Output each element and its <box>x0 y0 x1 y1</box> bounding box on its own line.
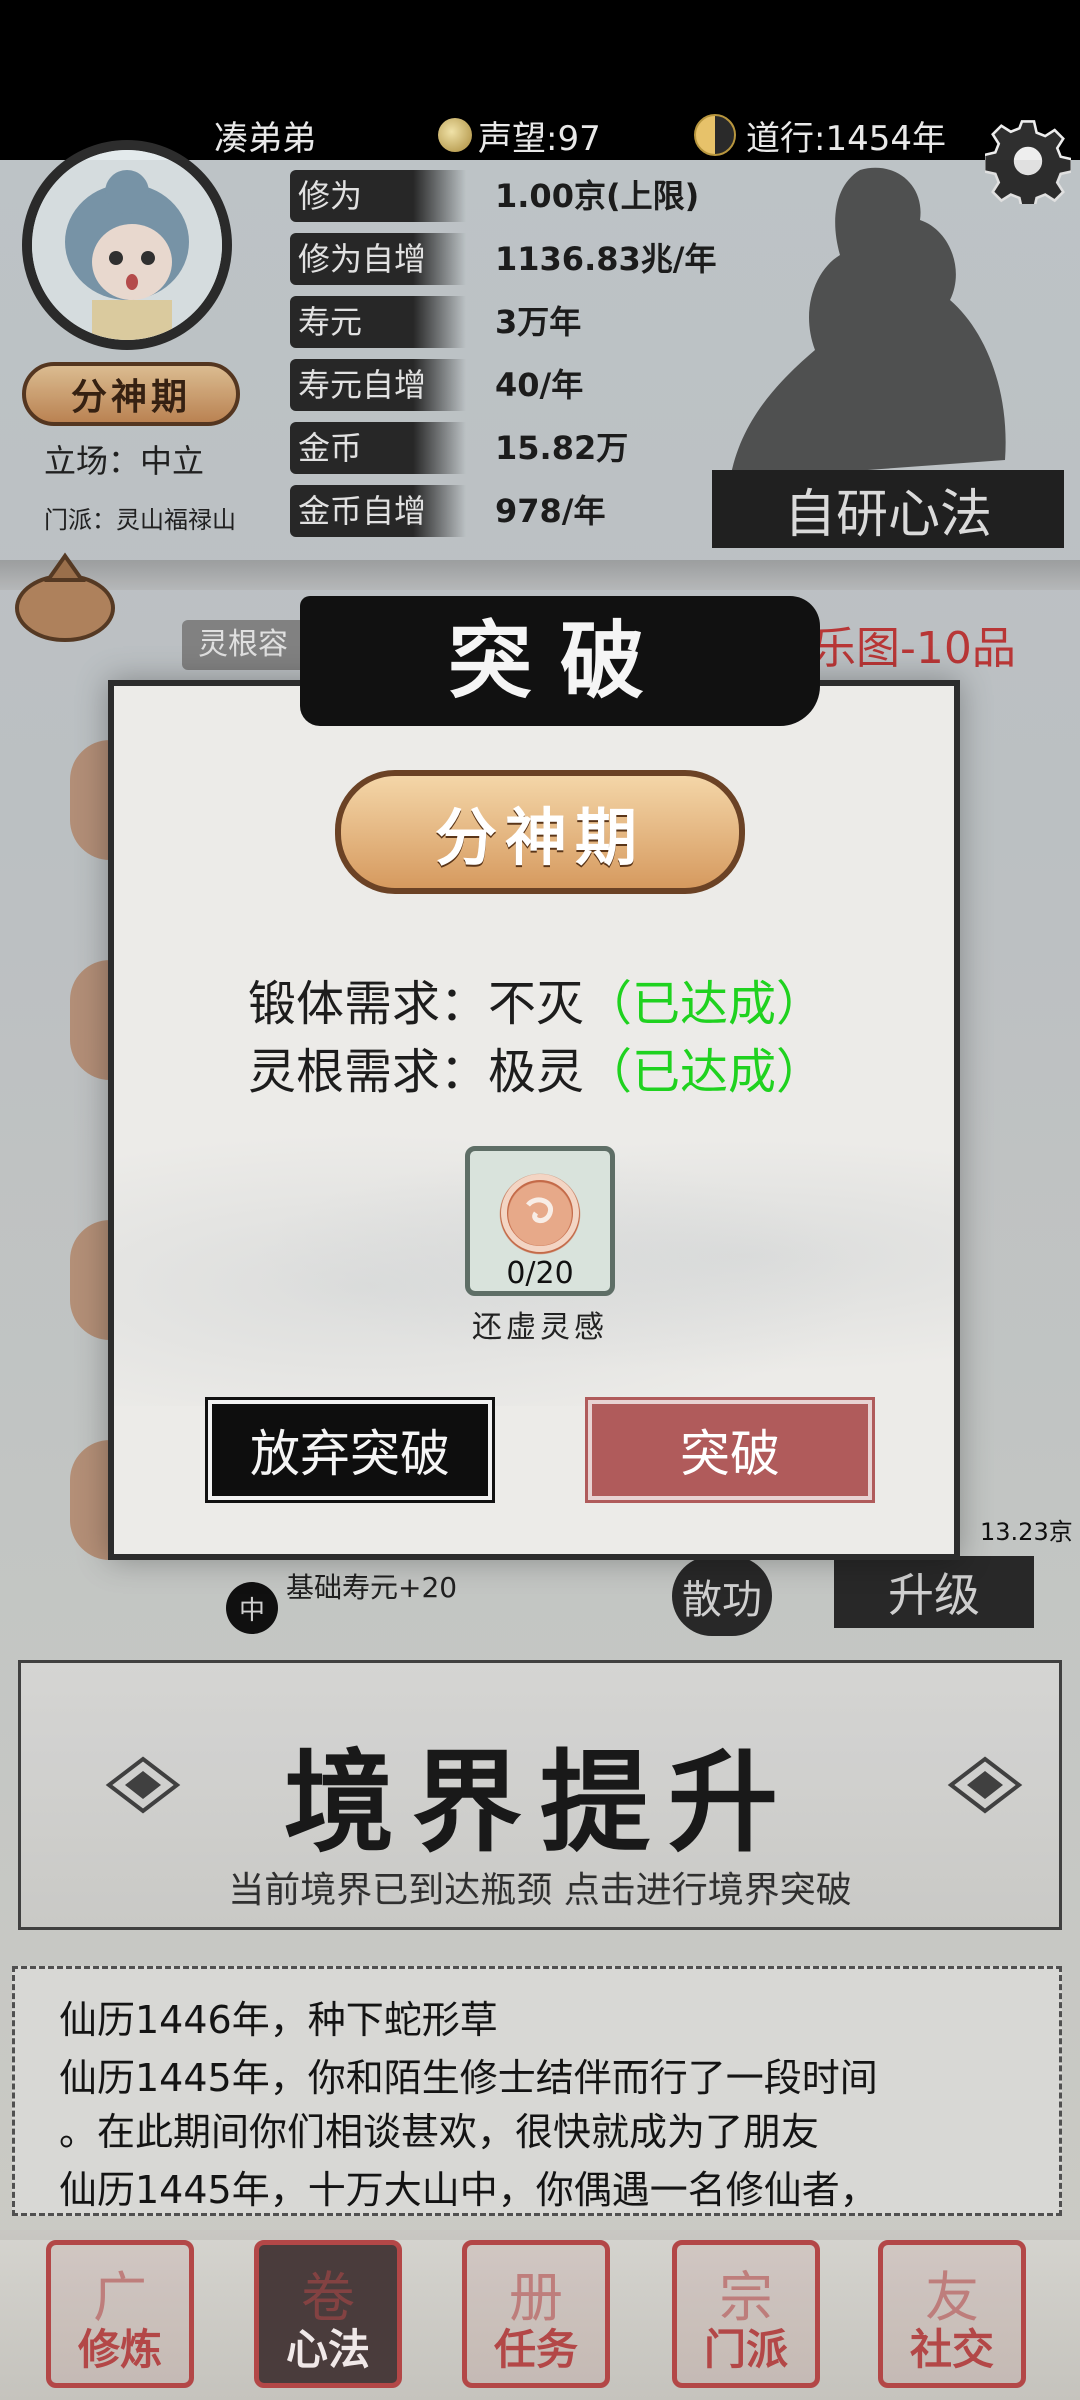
dialog-title: 突破 <box>447 611 672 710</box>
requirement-label: 锻体需求：不灭 <box>248 976 585 1032</box>
nav-tasks[interactable]: 册 任务 <box>462 2240 610 2388</box>
requirement-status: （已达成） <box>584 1044 825 1100</box>
nav-sect[interactable]: 宗 门派 <box>672 2240 820 2388</box>
nav-label: 心法 <box>285 2325 370 2374</box>
nav-methods[interactable]: 卷 心法 <box>254 2240 402 2388</box>
nav-label: 任务 <box>493 2325 578 2374</box>
breakthrough-label: 突破 <box>680 1425 780 1483</box>
dialog-realm-text: 分神期 <box>434 801 645 874</box>
item-name: 还虚灵感 <box>472 1310 608 1345</box>
give-up-label: 放弃突破 <box>250 1425 450 1483</box>
reputation-icon <box>438 118 472 152</box>
breakthrough-button[interactable]: 突破 <box>585 1397 875 1503</box>
dialog-realm-badge: 分神期 <box>335 770 745 894</box>
nav-label: 门派 <box>703 2325 788 2374</box>
player-name: 凑弟弟 <box>214 110 316 160</box>
nav-cultivate[interactable]: 广 修炼 <box>46 2240 194 2388</box>
app-screen: 凑弟弟 声望:97 道行:1454年 分神期 立场：中立 门派：灵山福禄山 修为… <box>0 0 1080 2400</box>
nav-social[interactable]: 友 社交 <box>878 2240 1026 2388</box>
nav-label: 社交 <box>909 2325 994 2374</box>
dao-display: 道行:1454年 <box>694 110 946 160</box>
reputation-display: 声望:97 <box>438 110 601 160</box>
requirement-status: （已达成） <box>584 976 825 1032</box>
body-refining-requirement: 锻体需求：不灭（已达成） <box>248 964 824 1034</box>
nav-label: 修炼 <box>77 2325 162 2374</box>
yin-yang-icon <box>694 114 736 156</box>
give-up-breakthrough-button[interactable]: 放弃突破 <box>205 1397 495 1503</box>
dao-text: 道行:1454年 <box>746 118 946 159</box>
reputation-text: 声望:97 <box>478 118 601 159</box>
item-count: 0/20 <box>506 1256 574 1291</box>
player-name-text: 凑弟弟 <box>214 118 316 159</box>
bottom-navigation: 广 修炼 卷 心法 册 任务 宗 门派 友 社交 <box>0 2230 1080 2400</box>
requirement-label: 灵根需求：极灵 <box>248 1044 585 1100</box>
spirit-root-requirement: 灵根需求：极灵（已达成） <box>248 1032 824 1102</box>
